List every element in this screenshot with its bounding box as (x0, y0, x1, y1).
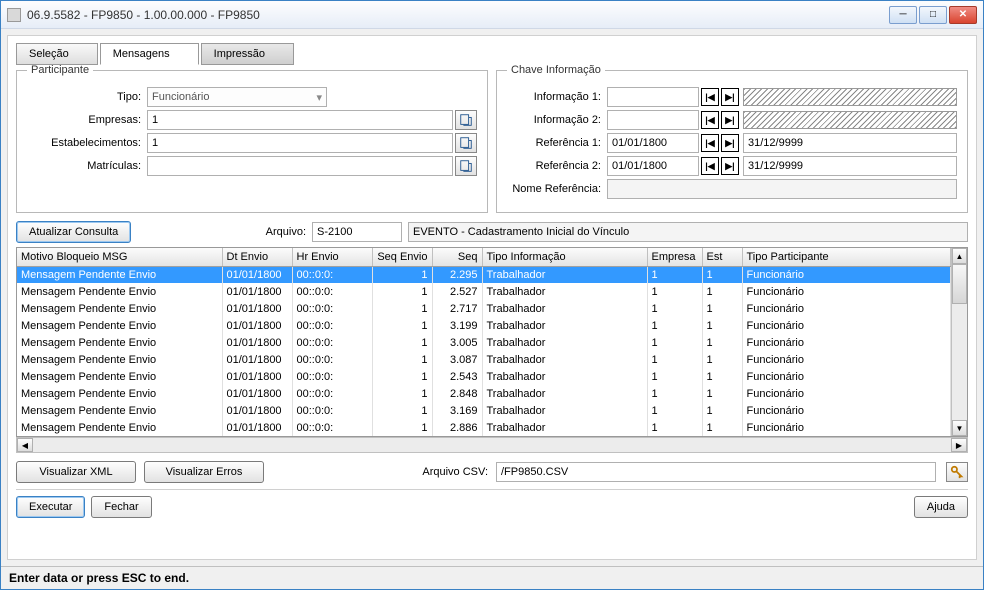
tipo-label: Tipo: (27, 91, 147, 103)
empresas-label: Empresas: (27, 114, 147, 126)
table-row[interactable]: Mensagem Pendente Envio01/01/180000::0:0… (17, 300, 951, 317)
info2-hatch (743, 111, 957, 129)
horizontal-scrollbar[interactable]: ◀ ▶ (16, 437, 968, 453)
arquivo-csv-input[interactable] (496, 462, 936, 482)
arquivo-csv-label: Arquivo CSV: (422, 466, 488, 478)
ref2-end-input[interactable] (743, 156, 957, 176)
col-hrenvio[interactable]: Hr Envio (292, 248, 372, 266)
est-input[interactable] (147, 133, 453, 153)
info1-last-button[interactable]: ▶| (721, 88, 739, 106)
app-window: 06.9.5582 - FP9850 - 1.00.00.000 - FP985… (0, 0, 984, 590)
ref1-start-input[interactable] (607, 133, 699, 153)
tab-impressao[interactable]: Impressão (201, 43, 294, 65)
titlebar: 06.9.5582 - FP9850 - 1.00.00.000 - FP985… (1, 1, 983, 29)
minimize-button[interactable]: ─ (889, 6, 917, 24)
close-button[interactable]: ✕ (949, 6, 977, 24)
table-row[interactable]: Mensagem Pendente Envio01/01/180000::0:0… (17, 351, 951, 368)
matriculas-lookup-button[interactable] (455, 156, 477, 176)
ref1-label: Referência 1: (507, 137, 607, 149)
ref2-start-input[interactable] (607, 156, 699, 176)
grid-header-row: Motivo Bloqueio MSG Dt Envio Hr Envio Se… (17, 248, 951, 266)
est-lookup-button[interactable] (455, 133, 477, 153)
info2-input[interactable] (607, 110, 699, 130)
fechar-button[interactable]: Fechar (91, 496, 151, 518)
arquivo-input[interactable] (312, 222, 402, 242)
col-seqenvio[interactable]: Seq Envio (372, 248, 432, 266)
statusbar: Enter data or press ESC to end. (1, 566, 983, 589)
info1-first-button[interactable]: |◀ (701, 88, 719, 106)
info1-input[interactable] (607, 87, 699, 107)
ref1-end-input[interactable] (743, 133, 957, 153)
col-seq[interactable]: Seq (432, 248, 482, 266)
scroll-up-button[interactable]: ▲ (952, 248, 967, 264)
atualizar-consulta-button[interactable]: Atualizar Consulta (16, 221, 131, 243)
table-row[interactable]: Mensagem Pendente Envio01/01/180000::0:0… (17, 266, 951, 283)
visualizar-xml-button[interactable]: Visualizar XML (16, 461, 136, 483)
chevron-down-icon: ▾ (316, 91, 322, 104)
nomeref-label: Nome Referência: (507, 183, 607, 195)
arquivo-label: Arquivo: (266, 226, 306, 238)
participante-legend: Participante (27, 64, 93, 76)
grid: Motivo Bloqueio MSG Dt Envio Hr Envio Se… (16, 247, 968, 437)
col-dtenvio[interactable]: Dt Envio (222, 248, 292, 266)
empresas-lookup-button[interactable] (455, 110, 477, 130)
info2-label: Informação 2: (507, 114, 607, 126)
chave-legend: Chave Informação (507, 64, 605, 76)
ref2-last-button[interactable]: ▶| (721, 157, 739, 175)
table-row[interactable]: Mensagem Pendente Envio01/01/180000::0:0… (17, 317, 951, 334)
table-row[interactable]: Mensagem Pendente Envio01/01/180000::0:0… (17, 402, 951, 419)
scroll-thumb[interactable] (952, 264, 967, 304)
col-motivo[interactable]: Motivo Bloqueio MSG (17, 248, 222, 266)
info1-label: Informação 1: (507, 91, 607, 103)
est-label: Estabelecimentos: (27, 137, 147, 149)
ref1-last-button[interactable]: ▶| (721, 134, 739, 152)
info1-hatch (743, 88, 957, 106)
table-row[interactable]: Mensagem Pendente Envio01/01/180000::0:0… (17, 283, 951, 300)
ajuda-button[interactable]: Ajuda (914, 496, 968, 518)
table-row[interactable]: Mensagem Pendente Envio01/01/180000::0:0… (17, 385, 951, 402)
scroll-left-button[interactable]: ◀ (17, 438, 33, 452)
matriculas-input[interactable] (147, 156, 453, 176)
vertical-scrollbar[interactable]: ▲ ▼ (951, 248, 967, 436)
col-tipoinfo[interactable]: Tipo Informação (482, 248, 647, 266)
evento-display (408, 222, 968, 242)
col-tipopart[interactable]: Tipo Participante (742, 248, 951, 266)
visualizar-erros-button[interactable]: Visualizar Erros (144, 461, 264, 483)
tab-selecao[interactable]: Seleção (16, 43, 98, 65)
fieldset-chave: Chave Informação Informação 1: |◀ ▶| Inf… (496, 64, 968, 213)
executar-button[interactable]: Executar (16, 496, 85, 518)
table-row[interactable]: Mensagem Pendente Envio01/01/180000::0:0… (17, 334, 951, 351)
window-title: 06.9.5582 - FP9850 - 1.00.00.000 - FP985… (27, 8, 889, 22)
info2-first-button[interactable]: |◀ (701, 111, 719, 129)
table-row[interactable]: Mensagem Pendente Envio01/01/180000::0:0… (17, 368, 951, 385)
scroll-down-button[interactable]: ▼ (952, 420, 967, 436)
matriculas-label: Matrículas: (27, 160, 147, 172)
tab-mensagens[interactable]: Mensagens (100, 43, 199, 65)
app-icon (7, 8, 21, 22)
info2-last-button[interactable]: ▶| (721, 111, 739, 129)
nomeref-input (607, 179, 957, 199)
maximize-button[interactable]: □ (919, 6, 947, 24)
csv-browse-button[interactable] (946, 462, 968, 482)
scroll-right-button[interactable]: ▶ (951, 438, 967, 452)
tabstrip: Seleção Mensagens Impressão (16, 42, 968, 64)
tipo-combo[interactable]: Funcionário ▾ (147, 87, 327, 107)
empresas-input[interactable] (147, 110, 453, 130)
ref1-first-button[interactable]: |◀ (701, 134, 719, 152)
fieldset-participante: Participante Tipo: Funcionário ▾ Empresa… (16, 64, 488, 213)
table-row[interactable]: Mensagem Pendente Envio01/01/180000::0:0… (17, 419, 951, 436)
col-empresa[interactable]: Empresa (647, 248, 702, 266)
ref2-first-button[interactable]: |◀ (701, 157, 719, 175)
ref2-label: Referência 2: (507, 160, 607, 172)
col-est[interactable]: Est (702, 248, 742, 266)
